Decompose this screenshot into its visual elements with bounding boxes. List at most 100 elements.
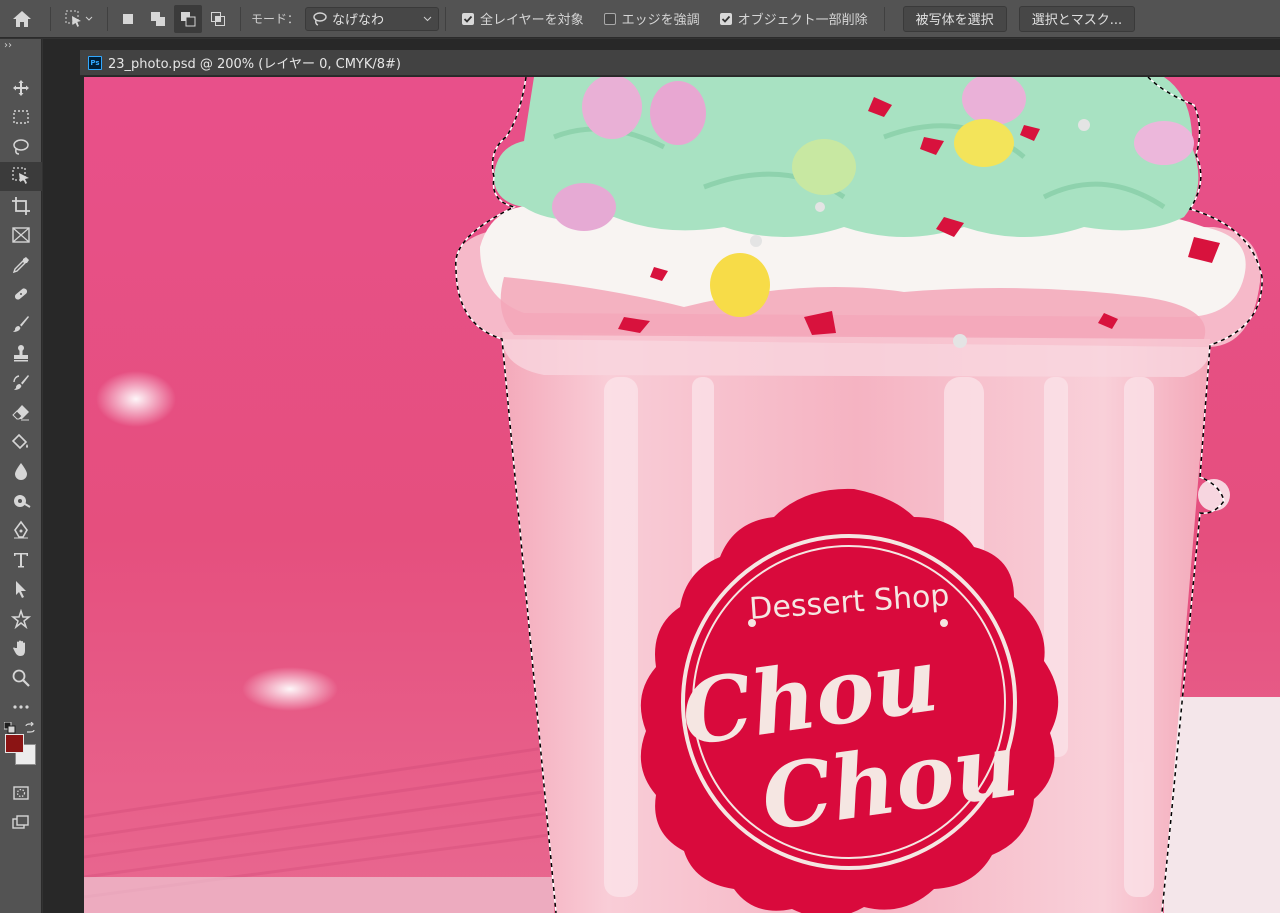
- frame-tool[interactable]: [0, 221, 42, 251]
- stamp-icon: [14, 345, 28, 362]
- pen-icon: [14, 520, 28, 539]
- zoom-icon: [12, 669, 30, 687]
- new-selection-icon: [123, 13, 133, 24]
- ps-file-icon: Ps: [88, 55, 102, 70]
- divider: [240, 6, 241, 31]
- swap-colors-icon[interactable]: [24, 722, 36, 734]
- right-table: [1164, 697, 1280, 913]
- marquee-tool[interactable]: [0, 103, 42, 133]
- table-edge: [84, 877, 554, 913]
- move-icon: [13, 79, 29, 96]
- enhance-edge-checkbox[interactable]: エッジを強調: [603, 9, 700, 28]
- all-layers-checkbox[interactable]: 全レイヤーを対象: [462, 9, 584, 28]
- new-selection-button[interactable]: [114, 5, 142, 33]
- all-layers-label: 全レイヤーを対象: [480, 13, 584, 28]
- more-icon: [13, 705, 29, 709]
- add-selection-icon: [151, 11, 165, 26]
- dodge-tool[interactable]: [0, 486, 42, 516]
- checkbox-checked: [462, 12, 475, 25]
- type-icon: [14, 552, 28, 568]
- type-tool[interactable]: [0, 545, 42, 575]
- brush-icon: [13, 315, 29, 332]
- eraser-tool[interactable]: [0, 398, 42, 428]
- clone-stamp-tool[interactable]: [0, 339, 42, 369]
- object-selection-tool[interactable]: [0, 161, 42, 191]
- color-swatches: [0, 722, 42, 778]
- tools-panel: ››: [0, 39, 42, 913]
- object-selection-icon: [65, 10, 81, 27]
- arrow-icon: [16, 581, 26, 599]
- chevron-down-icon: [423, 16, 432, 21]
- more-tools[interactable]: [0, 693, 42, 723]
- object-selection-icon: [12, 167, 29, 185]
- divider: [883, 6, 885, 31]
- path-selection-tool[interactable]: [0, 575, 42, 605]
- eraser-icon: [12, 405, 29, 421]
- screen-mode-button[interactable]: [0, 808, 42, 838]
- mode-select[interactable]: なげなわ: [305, 6, 440, 31]
- crop-icon: [12, 196, 30, 215]
- document-tab[interactable]: Ps 23_photo.psd @ 200% (レイヤー 0, CMYK/8#): [80, 50, 1280, 76]
- home-button[interactable]: [0, 0, 44, 38]
- checkbox-unchecked: [603, 12, 616, 25]
- shape-icon: [11, 608, 31, 629]
- select-subject-button[interactable]: 被写体を選択: [902, 5, 1007, 32]
- zoom-tool[interactable]: [0, 663, 42, 693]
- foreground-color-swatch[interactable]: [5, 734, 24, 753]
- divider: [50, 6, 51, 31]
- divider: [107, 6, 108, 31]
- collapse-toolbar-button[interactable]: ››: [0, 39, 41, 53]
- checkbox-checked: [719, 12, 732, 25]
- paint-bucket-icon: [11, 433, 28, 449]
- rect-marquee-icon: [13, 110, 29, 124]
- lasso-icon: [13, 139, 29, 155]
- healing-brush-tool[interactable]: [0, 280, 42, 310]
- default-colors-icon[interactable]: [4, 722, 16, 734]
- pen-tool[interactable]: [0, 516, 42, 546]
- dodge-icon: [14, 494, 31, 508]
- bokeh-light: [96, 371, 176, 427]
- drop-icon: [15, 463, 27, 481]
- bandage-icon: [14, 288, 28, 300]
- blur-tool[interactable]: [0, 457, 42, 487]
- options-bar: モード： なげなわ 全レイヤーを対象 エッジを強調 オブジェクト一部削除 被写体…: [0, 0, 1280, 38]
- brush-tool[interactable]: [0, 309, 42, 339]
- bokeh-light: [242, 667, 338, 711]
- add-to-selection-button[interactable]: [144, 5, 172, 33]
- checkmark-icon: [721, 15, 730, 23]
- move-tool[interactable]: [0, 73, 42, 103]
- intersect-selection-icon: [211, 11, 225, 26]
- photo: Dessert Shop Chou Chou: [84, 77, 1280, 913]
- history-brush-icon: [13, 374, 29, 390]
- subtract-from-selection-button[interactable]: [174, 4, 202, 33]
- checkmark-icon: [463, 15, 473, 23]
- hand-tool[interactable]: [0, 634, 42, 664]
- lasso-tool[interactable]: [0, 132, 42, 162]
- history-brush-tool[interactable]: [0, 368, 42, 398]
- quick-mask-icon: [13, 786, 29, 800]
- quick-mask-button[interactable]: [0, 778, 42, 808]
- document-title: 23_photo.psd @ 200% (レイヤー 0, CMYK/8#): [108, 57, 402, 72]
- object-subtract-checkbox[interactable]: オブジェクト一部削除: [719, 9, 868, 28]
- chevron-down-icon: [85, 16, 93, 21]
- document-canvas[interactable]: Dessert Shop Chou Chou: [84, 77, 1280, 913]
- frame-icon: [12, 227, 30, 243]
- subtract-selection-icon: [181, 11, 196, 26]
- object-subtract-label: オブジェクト一部削除: [737, 13, 868, 28]
- crop-tool[interactable]: [0, 191, 42, 221]
- tool-preset-picker[interactable]: [57, 5, 101, 33]
- bokeh-light: [1198, 479, 1230, 511]
- intersect-selection-button[interactable]: [204, 5, 232, 33]
- divider: [445, 6, 447, 31]
- home-icon: [13, 10, 31, 27]
- eyedropper-tool[interactable]: [0, 250, 42, 280]
- paint-bucket-tool[interactable]: [0, 427, 42, 457]
- sticker-dot: [940, 619, 948, 627]
- lasso-icon: [313, 11, 327, 26]
- screen-mode-icon: [12, 815, 29, 829]
- eyedropper-icon: [12, 256, 29, 273]
- select-and-mask-button[interactable]: 選択とマスク...: [1018, 5, 1136, 32]
- hand-icon: [13, 640, 25, 657]
- shape-tool[interactable]: [0, 604, 42, 634]
- mode-label: モード：: [251, 12, 300, 26]
